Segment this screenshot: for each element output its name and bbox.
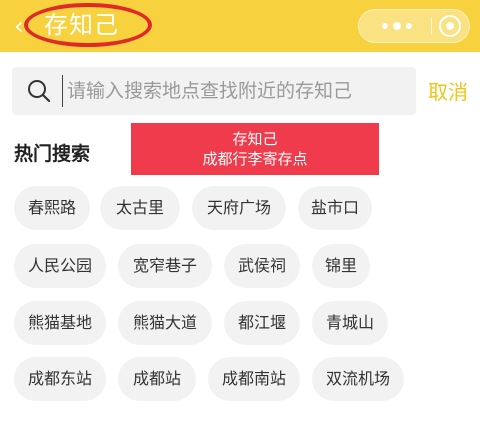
target-icon[interactable] [439,15,461,37]
hot-search-title: 热门搜索 [14,143,91,165]
store-banner: 存知己 成都行李寄存点 [131,123,379,175]
hot-chip[interactable]: 成都东站 [14,357,106,401]
search-icon [28,80,51,103]
hot-chip[interactable]: 宽窄巷子 [118,244,212,288]
hot-chip[interactable]: 成都站 [118,357,196,401]
top-bar: ‹ 存知己 [0,0,480,52]
hot-chip[interactable]: 青城山 [312,301,388,345]
hot-chip[interactable]: 都江堰 [224,301,300,345]
hot-chip[interactable]: 春熙路 [14,186,90,230]
hot-chip[interactable]: 天府广场 [192,186,286,230]
hot-chip[interactable]: 成都南站 [208,357,300,401]
search-box [12,67,416,115]
search-input[interactable] [62,75,407,107]
banner-line-2: 成都行李寄存点 [202,150,308,168]
hot-chip[interactable]: 太古里 [100,186,180,230]
page-title: 存知己 [44,11,119,39]
miniprogram-capsule [358,9,470,43]
hot-chip[interactable]: 熊猫大道 [118,301,212,345]
hot-chip[interactable]: 锦里 [312,244,370,288]
chevron-left-icon[interactable]: ‹ [14,12,36,40]
capsule-divider [431,17,432,35]
hot-chip[interactable]: 熊猫基地 [14,301,106,345]
banner-line-1: 存知己 [232,130,278,148]
hot-chip[interactable]: 武侯祠 [224,244,300,288]
hot-chip[interactable]: 双流机场 [312,357,404,401]
cancel-button[interactable]: 取消 [428,78,468,106]
more-dots-icon[interactable] [377,10,417,42]
hot-chip[interactable]: 人民公园 [14,244,106,288]
hot-chip[interactable]: 盐市口 [298,186,372,230]
